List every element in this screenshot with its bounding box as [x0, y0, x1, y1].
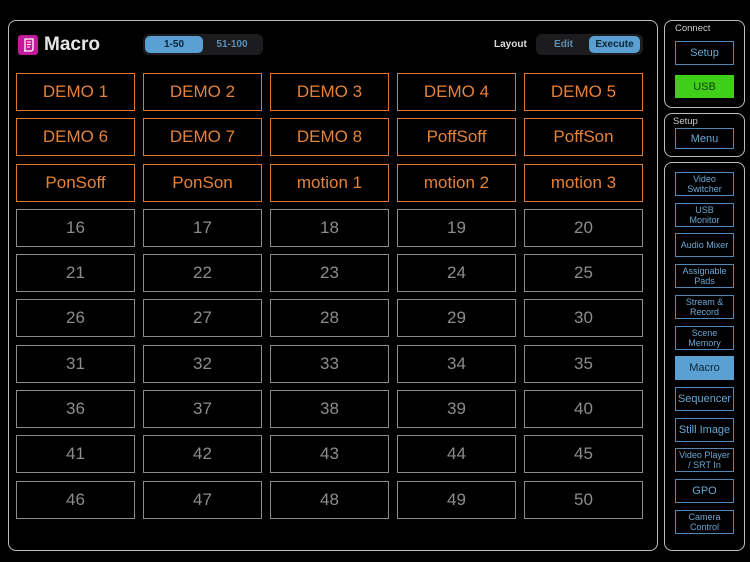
nav-label: Assignable — [682, 266, 727, 277]
macro-button-38[interactable]: 38 — [270, 390, 389, 429]
nav-label: Sequencer — [677, 392, 732, 405]
usb-button[interactable]: USB — [675, 75, 734, 98]
connect-setup-button[interactable]: Setup — [675, 41, 734, 65]
nav-assignablebutton[interactable]: Assignable Pads — [675, 264, 734, 289]
nav-label: GPO — [692, 485, 717, 497]
macro-button-36[interactable]: 36 — [16, 390, 135, 429]
macro-button-31[interactable]: 31 — [16, 344, 135, 383]
nav-label: Video Player — [679, 450, 730, 461]
macro-button-18[interactable]: 18 — [270, 208, 389, 247]
page-title: Macro — [44, 34, 100, 55]
macro-button-33[interactable]: 33 — [270, 344, 389, 383]
macro-button-6[interactable]: DEMO 6 — [16, 118, 135, 157]
tab-edit[interactable]: Edit — [538, 36, 589, 53]
setup-label: Setup — [673, 116, 698, 127]
macro-button-26[interactable]: 26 — [16, 299, 135, 338]
macro-button-8[interactable]: DEMO 8 — [270, 118, 389, 157]
nav-label: USB — [695, 204, 714, 215]
macro-button-47[interactable]: 47 — [143, 480, 262, 519]
macro-button-4[interactable]: DEMO 4 — [397, 73, 516, 111]
nav-label: Memory — [688, 337, 721, 348]
nav-still-imagebutton[interactable]: Still Image — [675, 417, 734, 442]
macro-button-5[interactable]: DEMO 5 — [524, 73, 643, 111]
macro-button-23[interactable]: 23 — [270, 254, 389, 293]
nav-label: Record — [689, 306, 719, 317]
macro-button-46[interactable]: 46 — [16, 480, 135, 519]
layout-mode-selector: Edit Execute — [536, 34, 643, 55]
tab-page-51-100[interactable]: 51-100 — [203, 36, 261, 53]
nav-label: Camera — [688, 511, 721, 522]
macro-button-16[interactable]: 16 — [16, 208, 135, 247]
nav-label: / SRT In — [688, 460, 721, 471]
nav-label: Still Image — [678, 423, 731, 436]
macro-button-12[interactable]: PonSon — [143, 163, 262, 202]
macro-button-32[interactable]: 32 — [143, 344, 262, 383]
macro-button-50[interactable]: 50 — [524, 480, 643, 519]
nav-gpobutton[interactable]: GPO — [675, 479, 734, 503]
tab-execute[interactable]: Execute — [589, 36, 640, 53]
nav-label: Video — [693, 174, 716, 184]
macro-button-2[interactable]: DEMO 2 — [143, 73, 262, 111]
macro-button-39[interactable]: 39 — [397, 390, 516, 429]
nav-label: Monitor — [689, 214, 720, 225]
tab-page-1-50[interactable]: 1-50 — [145, 36, 203, 53]
macro-button-21[interactable]: 21 — [16, 254, 135, 293]
page-header: Macro — [18, 34, 100, 56]
macro-button-15[interactable]: motion 3 — [524, 163, 643, 202]
macro-grid: DEMO 1 DEMO 2 DEMO 3 DEMO 4 DEMO 5 DEMO 6 DEMO… — [16, 73, 643, 519]
nav-label: Stream & — [685, 296, 724, 307]
nav-label: Control — [689, 521, 719, 532]
macro-button-10[interactable]: PoffSon — [524, 118, 643, 157]
nav-usbbutton[interactable]: USB Monitor — [675, 202, 734, 227]
macro-button-41[interactable]: 41 — [16, 435, 135, 474]
macro-button-35[interactable]: 35 — [524, 344, 643, 383]
nav-label: Audio Mixer — [680, 240, 729, 251]
macro-button-40[interactable]: 40 — [524, 390, 643, 429]
macro-button-3[interactable]: DEMO 3 — [270, 73, 389, 111]
macro-button-17[interactable]: 17 — [143, 208, 262, 247]
macro-button-19[interactable]: 19 — [397, 208, 516, 247]
nav-audio-mixerbutton[interactable]: Audio Mixer — [675, 233, 734, 258]
nav-label: Switcher — [687, 184, 722, 194]
nav-sequencerbutton[interactable]: Sequencer — [675, 386, 734, 411]
macro-button-9[interactable]: PoffSoff — [397, 118, 516, 157]
macro-button-14[interactable]: motion 2 — [397, 163, 516, 202]
nav-scenebutton[interactable]: Scene Memory — [675, 325, 734, 350]
macro-button-30[interactable]: 30 — [524, 299, 643, 338]
nav-video-playerbutton[interactable]: Video Player / SRT In — [675, 448, 734, 473]
macro-button-11[interactable]: PonSoff — [16, 163, 135, 202]
macro-button-37[interactable]: 37 — [143, 390, 262, 429]
macro-button-7[interactable]: DEMO 7 — [143, 118, 262, 157]
macro-button-22[interactable]: 22 — [143, 254, 262, 293]
macro-button-42[interactable]: 42 — [143, 435, 262, 474]
macro-button-45[interactable]: 45 — [524, 435, 643, 474]
macro-button-25[interactable]: 25 — [524, 254, 643, 293]
connect-label: Connect — [675, 23, 711, 34]
macro-button-27[interactable]: 27 — [143, 299, 262, 338]
nav-label: Macro — [689, 362, 720, 375]
layout-label: Layout — [494, 39, 527, 50]
nav-label: Pads — [694, 276, 715, 287]
macro-button-28[interactable]: 28 — [270, 299, 389, 338]
macro-button-20[interactable]: 20 — [524, 208, 643, 247]
macro-button-1[interactable]: DEMO 1 — [16, 73, 135, 111]
page-range-selector: 1-50 51-100 — [143, 34, 263, 55]
macro-scroll-icon — [18, 35, 38, 55]
nav-label: Scene — [691, 327, 718, 338]
macro-button-48[interactable]: 48 — [270, 480, 389, 519]
macro-button-34[interactable]: 34 — [397, 344, 516, 383]
macro-button-49[interactable]: 49 — [397, 480, 516, 519]
macro-button-13[interactable]: motion 1 — [270, 163, 389, 202]
macro-button-24[interactable]: 24 — [397, 254, 516, 293]
nav-camerabutton[interactable]: Camera Control — [675, 509, 734, 534]
menu-button[interactable]: Menu — [675, 128, 734, 149]
macro-button-43[interactable]: 43 — [270, 435, 389, 474]
nav-macrobutton[interactable]: Macro — [675, 356, 734, 381]
nav-stream-button[interactable]: Stream & Record — [675, 294, 734, 319]
nav-videobutton[interactable]: Video Switcher — [675, 172, 734, 196]
macro-button-44[interactable]: 44 — [397, 435, 516, 474]
macro-button-29[interactable]: 29 — [397, 299, 516, 338]
